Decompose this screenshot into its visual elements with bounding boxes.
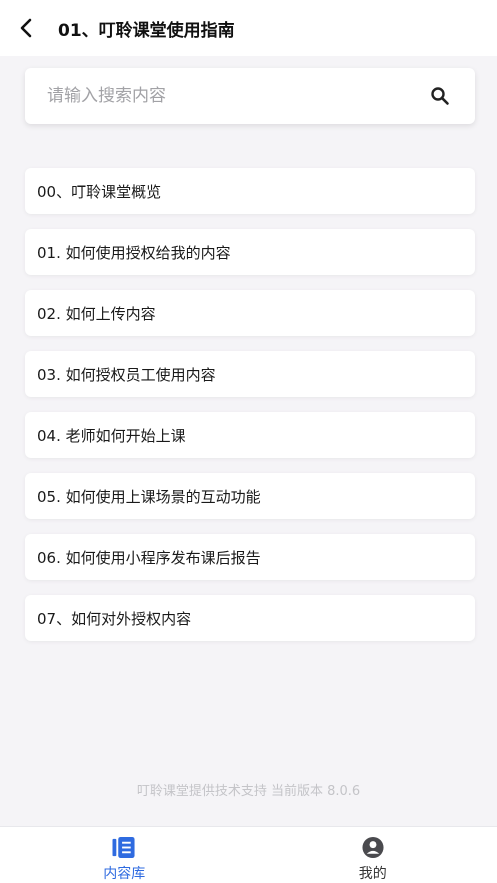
page-title: 01、叮聆课堂使用指南 [58, 20, 235, 41]
list-item[interactable]: 01. 如何使用授权给我的内容 [25, 229, 475, 275]
back-button[interactable] [0, 0, 52, 56]
guide-list: 00、叮聆课堂概览 01. 如何使用授权给我的内容 02. 如何上传内容 03.… [25, 168, 475, 656]
tab-my[interactable]: 我的 [249, 827, 497, 883]
user-profile-icon [362, 836, 384, 859]
list-item[interactable]: 07、如何对外授权内容 [25, 595, 475, 641]
list-item[interactable]: 00、叮聆课堂概览 [25, 168, 475, 214]
search-input[interactable] [47, 86, 407, 106]
chevron-left-icon [20, 18, 32, 38]
top-nav-bar: 01、叮聆课堂使用指南 [0, 0, 497, 56]
content-library-icon [112, 836, 135, 859]
search-button[interactable] [427, 83, 453, 109]
search-bar [25, 68, 475, 124]
list-item[interactable]: 04. 老师如何开始上课 [25, 412, 475, 458]
version-note: 叮聆课堂提供技术支持 当前版本 8.0.6 [136, 784, 361, 799]
bottom-tab-bar: 内容库 我的 [0, 826, 497, 883]
list-item[interactable]: 06. 如何使用小程序发布课后报告 [25, 534, 475, 580]
search-icon [431, 87, 449, 105]
list-item[interactable]: 03. 如何授权员工使用内容 [25, 351, 475, 397]
tab-content-library[interactable]: 内容库 [0, 827, 249, 883]
tab-label: 内容库 [103, 866, 146, 882]
list-item[interactable]: 02. 如何上传内容 [25, 290, 475, 336]
list-item[interactable]: 05. 如何使用上课场景的互动功能 [25, 473, 475, 519]
tab-label: 我的 [358, 866, 387, 882]
